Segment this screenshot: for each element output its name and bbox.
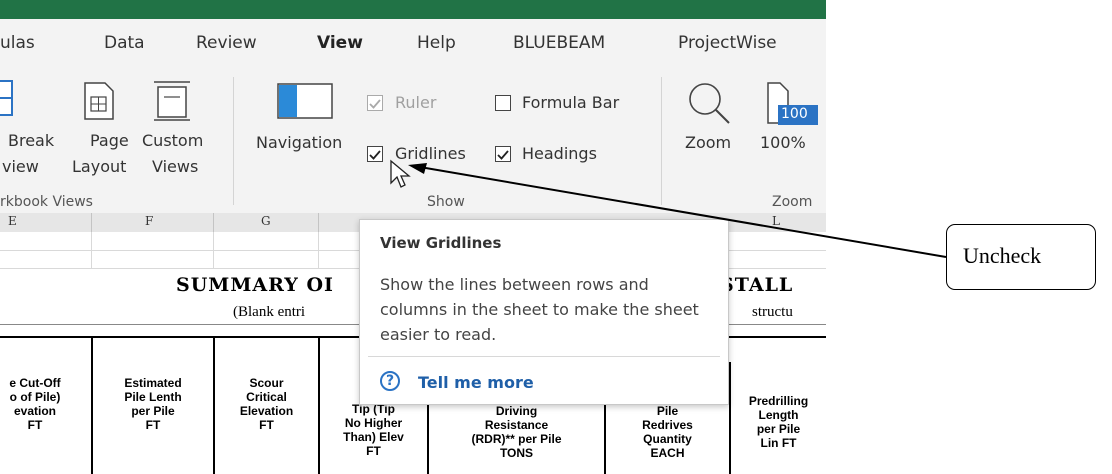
- uncheck-callout: Uncheck: [946, 224, 1096, 290]
- callout-text: Uncheck: [963, 243, 1042, 268]
